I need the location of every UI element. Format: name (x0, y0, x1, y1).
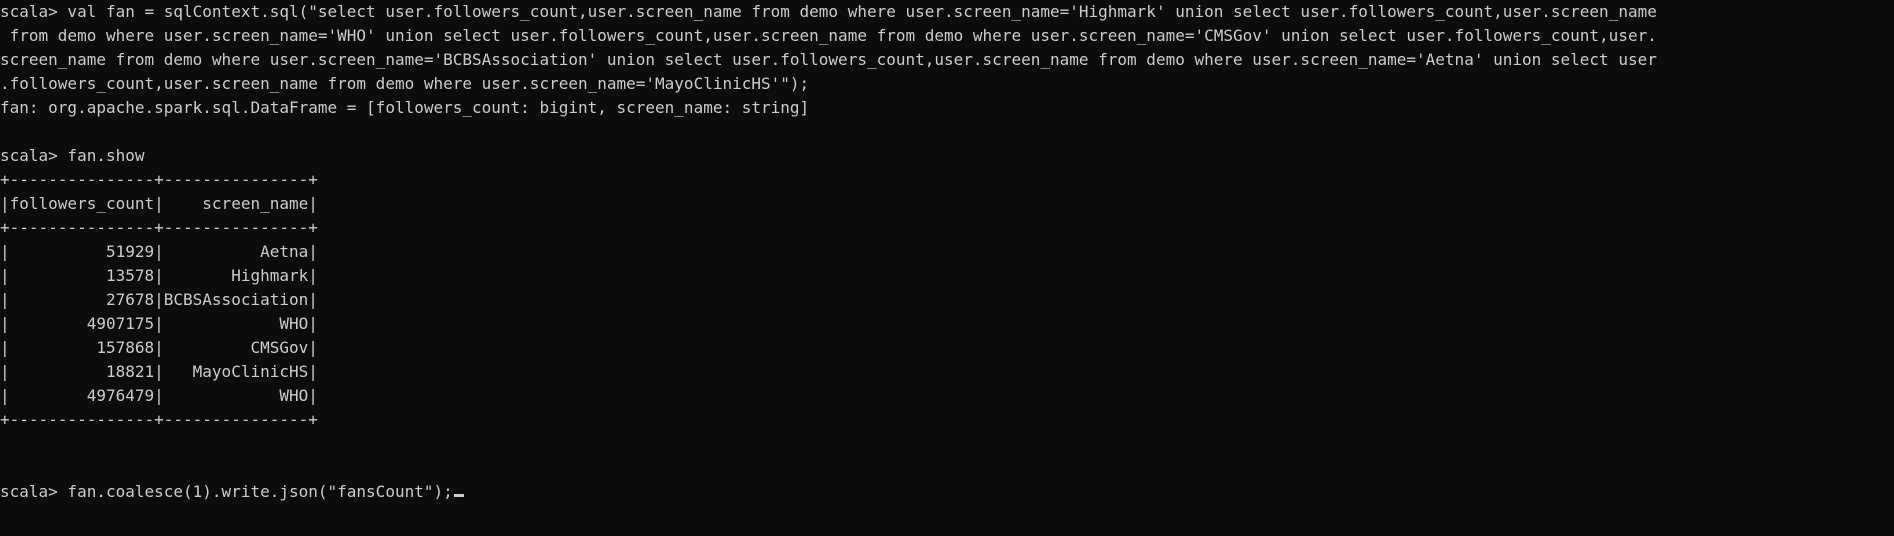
table-border: +---------------+---------------+ (0, 170, 318, 189)
command-line: screen_name from demo where user.screen_… (0, 50, 1657, 69)
table-row: | 4907175| WHO| (0, 314, 318, 333)
output-line: fan: org.apache.spark.sql.DataFrame = [f… (0, 98, 810, 117)
table-header: |followers_count| screen_name| (0, 194, 318, 213)
command-line: scala> fan.show (0, 146, 145, 165)
command-line: .followers_count,user.screen_name from d… (0, 74, 810, 93)
current-prompt-line[interactable]: scala> fan.coalesce(1).write.json("fansC… (0, 480, 1894, 504)
command-line: scala> val fan = sqlContext.sql("select … (0, 2, 1657, 21)
table-row: | 4976479| WHO| (0, 386, 318, 405)
text-cursor (453, 494, 464, 497)
table-border: +---------------+---------------+ (0, 410, 318, 429)
current-command: scala> fan.coalesce(1).write.json("fansC… (0, 482, 453, 501)
table-border: +---------------+---------------+ (0, 218, 318, 237)
terminal-window[interactable]: scala> val fan = sqlContext.sql("select … (0, 0, 1894, 536)
table-row: | 51929| Aetna| (0, 242, 318, 261)
table-row: | 13578| Highmark| (0, 266, 318, 285)
command-line: from demo where user.screen_name='WHO' u… (0, 26, 1657, 45)
table-row: | 157868| CMSGov| (0, 338, 318, 357)
table-row: | 18821| MayoClinicHS| (0, 362, 318, 381)
table-row: | 27678|BCBSAssociation| (0, 290, 318, 309)
